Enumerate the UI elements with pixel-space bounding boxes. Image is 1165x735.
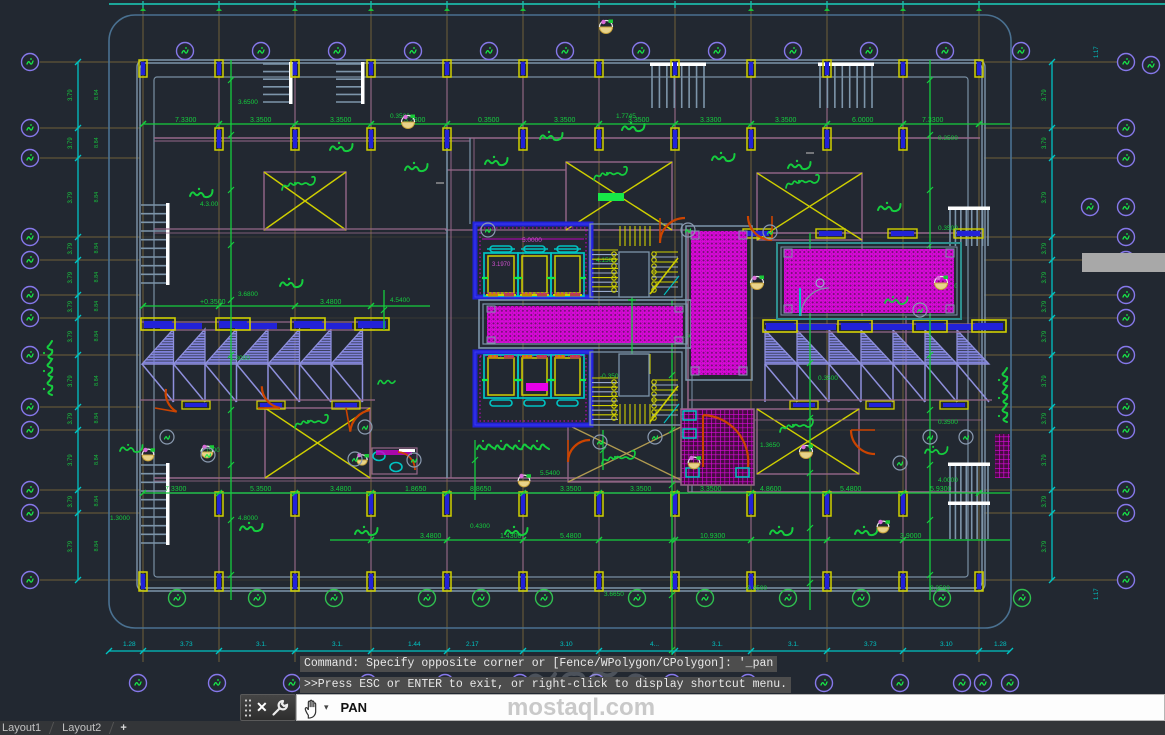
svg-text:5.3500: 5.3500 <box>250 486 272 493</box>
svg-text:0.4300: 0.4300 <box>470 523 490 530</box>
svg-text:6.0000: 6.0000 <box>852 117 874 124</box>
svg-text:4.8600: 4.8600 <box>760 486 782 493</box>
svg-text:1.44: 1.44 <box>408 641 421 648</box>
svg-text:4...: 4... <box>650 641 659 648</box>
svg-text:3.79: 3.79 <box>1042 540 1048 552</box>
svg-text:0.3500: 0.3500 <box>938 225 958 232</box>
svg-text:3.3500: 3.3500 <box>330 117 352 124</box>
svg-text:1.7745: 1.7745 <box>616 113 636 120</box>
svg-text:3.3500: 3.3500 <box>250 117 272 124</box>
svg-text:3.79: 3.79 <box>1042 330 1048 342</box>
svg-text:8.84: 8.84 <box>94 331 100 342</box>
svg-text:5.5400: 5.5400 <box>540 470 560 477</box>
svg-text:3.1.: 3.1. <box>712 641 723 648</box>
svg-text:3.79: 3.79 <box>1042 300 1048 312</box>
svg-text:3.79: 3.79 <box>1042 89 1048 101</box>
svg-text:1.8650: 1.8650 <box>405 486 427 493</box>
svg-text:8.84: 8.84 <box>94 272 100 283</box>
svg-text:3.1.: 3.1. <box>788 641 799 648</box>
svg-text:5.0000: 5.0000 <box>522 237 542 244</box>
svg-text:3.9000: 3.9000 <box>900 533 922 540</box>
svg-text:3.4800: 3.4800 <box>320 299 342 306</box>
svg-text:1.28: 1.28 <box>994 641 1007 648</box>
svg-text:3.3500: 3.3500 <box>554 117 576 124</box>
svg-text:8.84: 8.84 <box>94 301 100 312</box>
svg-text:5.4800: 5.4800 <box>560 533 582 540</box>
svg-text:3.79: 3.79 <box>68 191 74 203</box>
svg-text:8.84: 8.84 <box>94 192 100 203</box>
svg-text:1.28: 1.28 <box>123 641 136 648</box>
svg-text:10.9300: 10.9300 <box>700 533 725 540</box>
svg-text:3.1.: 3.1. <box>332 641 343 648</box>
svg-text:3.10: 3.10 <box>560 641 573 648</box>
svg-text:3.6500: 3.6500 <box>238 99 258 106</box>
svg-text:4.8000: 4.8000 <box>238 515 258 522</box>
svg-text:1.17: 1.17 <box>1094 588 1100 600</box>
svg-text:3.3500: 3.3500 <box>700 486 722 493</box>
svg-text:5.4800: 5.4800 <box>840 486 862 493</box>
svg-text:4.5400: 4.5400 <box>390 297 410 304</box>
svg-text:3.1.: 3.1. <box>256 641 267 648</box>
svg-text:3.79: 3.79 <box>68 540 74 552</box>
svg-text:3.3300: 3.3300 <box>700 117 722 124</box>
svg-text:3.79: 3.79 <box>68 271 74 283</box>
svg-text:3.79: 3.79 <box>1042 271 1048 283</box>
svg-text:3.79: 3.79 <box>1042 495 1048 507</box>
svg-text:8.84: 8.84 <box>94 413 100 424</box>
svg-text:7.3300: 7.3300 <box>165 486 187 493</box>
svg-text:3.79: 3.79 <box>68 330 74 342</box>
svg-text:3.79: 3.79 <box>68 375 74 387</box>
svg-text:3.3500: 3.3500 <box>630 486 652 493</box>
svg-text:3.79: 3.79 <box>68 89 74 101</box>
svg-text:8.84: 8.84 <box>94 375 100 386</box>
svg-text:+0.3500: +0.3500 <box>200 299 226 306</box>
svg-text:3.73: 3.73 <box>864 641 877 648</box>
svg-text:8.84: 8.84 <box>94 89 100 100</box>
svg-text:1.3000: 1.3000 <box>230 355 250 362</box>
svg-text:3.6800: 3.6800 <box>238 291 258 298</box>
svg-text:3.79: 3.79 <box>1042 191 1048 203</box>
svg-text:0.3500: 0.3500 <box>478 117 500 124</box>
svg-text:3.6650: 3.6650 <box>604 591 624 598</box>
svg-text:5.9300: 5.9300 <box>930 486 952 493</box>
svg-text:-0.3500: -0.3500 <box>745 585 767 592</box>
svg-text:3.4800: 3.4800 <box>330 486 352 493</box>
svg-text:3.10: 3.10 <box>940 641 953 648</box>
svg-text:3.79: 3.79 <box>68 300 74 312</box>
svg-text:3.79: 3.79 <box>1042 242 1048 254</box>
svg-text:0.3500: 0.3500 <box>938 419 958 426</box>
svg-text:3.3500: 3.3500 <box>775 117 797 124</box>
svg-text:3.79: 3.79 <box>68 412 74 424</box>
svg-text:4.3.00: 4.3.00 <box>200 201 218 208</box>
svg-text:3.4800: 3.4800 <box>420 533 442 540</box>
svg-text:7.3300: 7.3300 <box>922 117 944 124</box>
svg-text:8.8650: 8.8650 <box>470 486 492 493</box>
svg-text:8.84: 8.84 <box>94 454 100 465</box>
svg-text:0.3500: 0.3500 <box>938 135 958 142</box>
svg-text:3.79: 3.79 <box>1042 137 1048 149</box>
svg-text:8.84: 8.84 <box>94 243 100 254</box>
svg-text:3.79: 3.79 <box>68 242 74 254</box>
svg-text:2.17: 2.17 <box>466 641 479 648</box>
svg-text:3.79: 3.79 <box>1042 375 1048 387</box>
svg-text:3.1970: 3.1970 <box>492 262 511 268</box>
svg-text:1.3650: 1.3650 <box>760 442 780 449</box>
svg-text:8.84: 8.84 <box>94 496 100 507</box>
svg-text:3.3500: 3.3500 <box>560 486 582 493</box>
svg-text:3.79: 3.79 <box>68 495 74 507</box>
svg-text:3.79: 3.79 <box>68 137 74 149</box>
svg-text:8.84: 8.84 <box>94 137 100 148</box>
svg-text:1.3000: 1.3000 <box>110 515 130 522</box>
svg-text:1.17: 1.17 <box>1094 46 1100 58</box>
svg-text:8.84: 8.84 <box>94 541 100 552</box>
svg-text:3.79: 3.79 <box>1042 412 1048 424</box>
svg-text:3.79: 3.79 <box>1042 454 1048 466</box>
svg-text:4.0000: 4.0000 <box>938 477 958 484</box>
svg-text:3.79: 3.79 <box>68 454 74 466</box>
svg-text:3.73: 3.73 <box>180 641 193 648</box>
svg-text:7.3300: 7.3300 <box>175 117 197 124</box>
svg-text:0.3500: 0.3500 <box>818 375 838 382</box>
